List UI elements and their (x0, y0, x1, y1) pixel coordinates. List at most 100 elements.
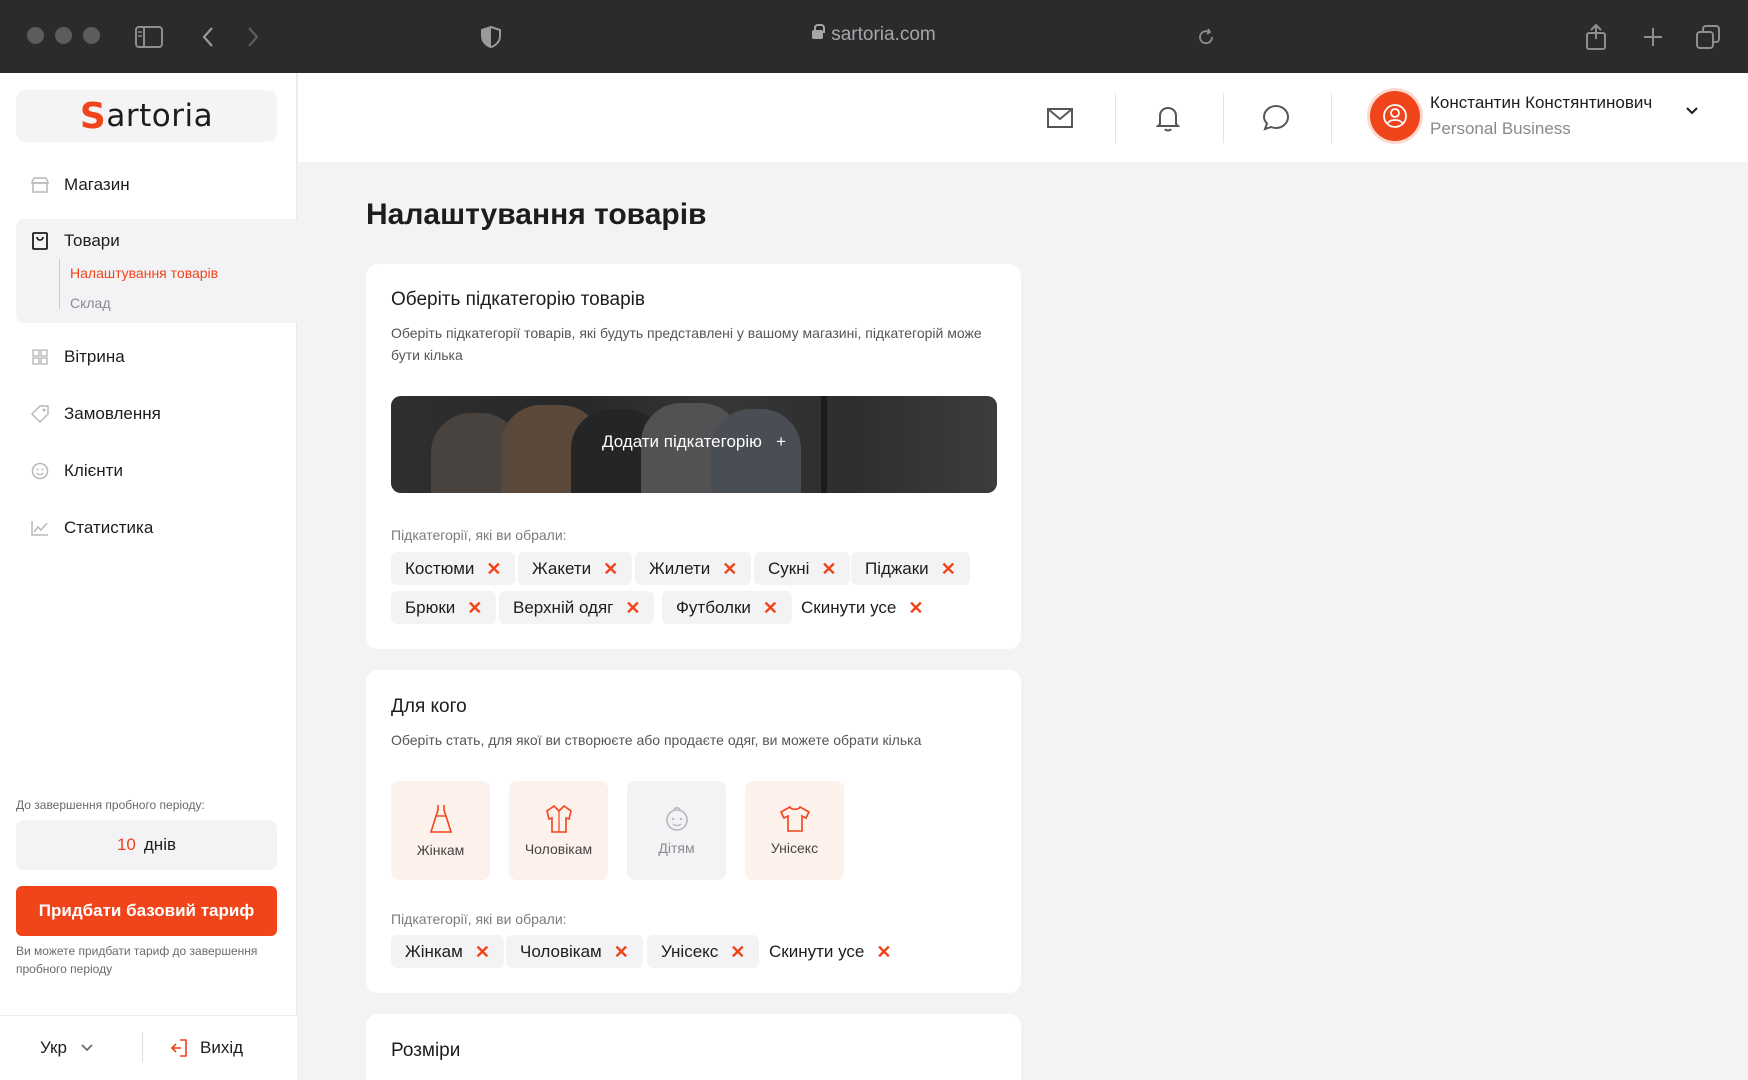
tshirt-icon (779, 805, 810, 832)
address-bar[interactable]: sartoria.com (0, 24, 1748, 46)
sidebar-item-showcase[interactable]: Вітрина (16, 335, 297, 379)
chevron-down-icon (81, 1044, 93, 1052)
option-kids[interactable]: Дітям (627, 781, 726, 880)
add-subcategory-banner[interactable]: Додати підкатегорію + (391, 396, 997, 493)
card-description: Оберіть підкатегорії товарів, які будуть… (391, 325, 982, 363)
sidebar-item-statistics[interactable]: Статистика (16, 506, 297, 550)
subcategory-card: Оберіть підкатегорію товарів Оберіть під… (366, 264, 1021, 649)
baby-icon (665, 806, 688, 831)
remove-icon: ✕ (876, 941, 892, 962)
trial-days-unit: днів (143, 835, 177, 854)
sidebar-subitem-product-settings[interactable]: Налаштування товарів (70, 265, 218, 281)
selected-label: Підкатегорії, які ви обрали: (391, 527, 567, 543)
remove-icon[interactable]: ✕ (821, 560, 836, 578)
smile-icon (30, 461, 50, 481)
card-description: Оберіть стать, для якої ви створюєте або… (391, 732, 922, 748)
remove-icon[interactable]: ✕ (614, 943, 629, 961)
chip-subcategory: Брюки ✕ (391, 591, 497, 624)
chip-label: Чоловікам (520, 941, 602, 961)
option-men[interactable]: Чоловікам (509, 781, 608, 880)
chip-subcategory: Жилети ✕ (635, 552, 752, 585)
add-subcategory-button[interactable]: Додати підкатегорію + (391, 432, 997, 452)
new-tab-icon[interactable] (1638, 22, 1668, 52)
remove-icon[interactable]: ✕ (730, 943, 745, 961)
card-title: Розміри (391, 1040, 461, 1061)
reset-all-button[interactable]: Скинути усе ✕ (755, 935, 905, 968)
plus-icon: + (776, 432, 786, 451)
page-title: Налаштування товарів (366, 198, 707, 231)
chip-label: Брюки (405, 597, 456, 617)
sidebar-subitem-warehouse[interactable]: Склад (70, 295, 111, 311)
selected-label: Підкатегорії, які ви обрали: (391, 911, 567, 927)
sidebar-item-label: Магазин (64, 175, 130, 194)
logo-mark: S (79, 95, 107, 137)
sidebar-item-products[interactable]: Товари (16, 219, 297, 263)
sidebar-item-orders[interactable]: Замовлення (16, 392, 297, 436)
remove-icon[interactable]: ✕ (486, 560, 501, 578)
chip-subcategory: Костюми ✕ (391, 552, 516, 585)
avatar[interactable] (1370, 91, 1420, 141)
remove-icon[interactable]: ✕ (603, 560, 618, 578)
language-selector[interactable]: Укр (40, 1038, 93, 1058)
chat-icon[interactable] (1259, 101, 1293, 135)
lock-icon (812, 24, 826, 39)
sidebar-item-clients[interactable]: Клієнти (16, 449, 297, 493)
tabs-overview-icon[interactable] (1693, 22, 1723, 52)
language-label: Укр (40, 1038, 67, 1057)
remove-icon[interactable]: ✕ (625, 599, 640, 617)
card-title: Для кого (391, 696, 467, 717)
tag-icon (30, 404, 50, 424)
chip-audience: Унісекс ✕ (647, 935, 760, 968)
chip-subcategory: Футболки ✕ (662, 591, 792, 624)
shirt-icon (545, 804, 572, 833)
sidebar-item-store[interactable]: Магазин (16, 163, 297, 207)
user-name: Константин Констянтинович (1430, 93, 1653, 112)
chip-label: Жилети (649, 558, 711, 578)
chip-subcategory: Жакети ✕ (518, 552, 633, 585)
grid-icon (30, 347, 50, 367)
chip-label: Костюми (405, 558, 475, 578)
reload-icon[interactable] (1191, 22, 1221, 52)
buy-plan-button[interactable]: Придбати базовий тариф (16, 886, 277, 936)
chevron-down-icon[interactable] (1686, 107, 1698, 115)
reset-label: Скинути усе (769, 941, 865, 961)
trial-days-number: 10 (116, 835, 136, 854)
sidebar-footer: Укр Вихід (0, 1015, 297, 1080)
logout-icon (170, 1039, 187, 1057)
logo-text: artoria (106, 98, 214, 134)
reset-label: Скинути усе (801, 597, 897, 617)
user-icon (1383, 104, 1407, 128)
logo[interactable]: Sartoria (16, 90, 277, 142)
sidebar-item-label: Вітрина (64, 347, 125, 366)
option-women[interactable]: Жінкам (391, 781, 490, 880)
chip-subcategory: Піджаки ✕ (851, 552, 970, 585)
chip-label: Жакети (532, 558, 592, 578)
chart-icon (30, 518, 50, 538)
audience-card: Для кого Оберіть стать, для якої ви ство… (366, 670, 1021, 993)
reset-all-button[interactable]: Скинути усе ✕ (787, 591, 937, 624)
remove-icon[interactable]: ✕ (763, 599, 778, 617)
sidebar-item-label: Статистика (64, 518, 154, 537)
sizes-card: Розміри (366, 1014, 1021, 1080)
header-divider (1115, 93, 1116, 143)
trial-counter: 10 днів (16, 820, 277, 870)
option-label: Чоловікам (524, 840, 593, 857)
buy-plan-note: Ви можете придбати тариф до завершення п… (16, 944, 258, 976)
remove-icon[interactable]: ✕ (722, 560, 737, 578)
remove-icon[interactable]: ✕ (941, 560, 956, 578)
card-title: Оберіть підкатегорію товарів (391, 289, 645, 310)
option-unisex[interactable]: Унісекс (745, 781, 844, 880)
trial-label: До завершення пробного періоду: (16, 798, 205, 812)
mail-icon[interactable] (1043, 101, 1077, 135)
remove-icon[interactable]: ✕ (475, 943, 490, 961)
remove-icon: ✕ (908, 597, 924, 618)
share-icon[interactable] (1581, 22, 1611, 52)
bell-icon[interactable] (1151, 101, 1185, 135)
add-subcategory-label: Додати підкатегорію (601, 432, 762, 451)
remove-icon[interactable]: ✕ (467, 599, 482, 617)
logout-button[interactable]: Вихід (170, 1038, 243, 1058)
header-divider (1331, 93, 1332, 143)
chip-label: Жінкам (405, 941, 463, 961)
bag-icon (30, 231, 50, 251)
user-role: Personal Business (1430, 119, 1571, 138)
